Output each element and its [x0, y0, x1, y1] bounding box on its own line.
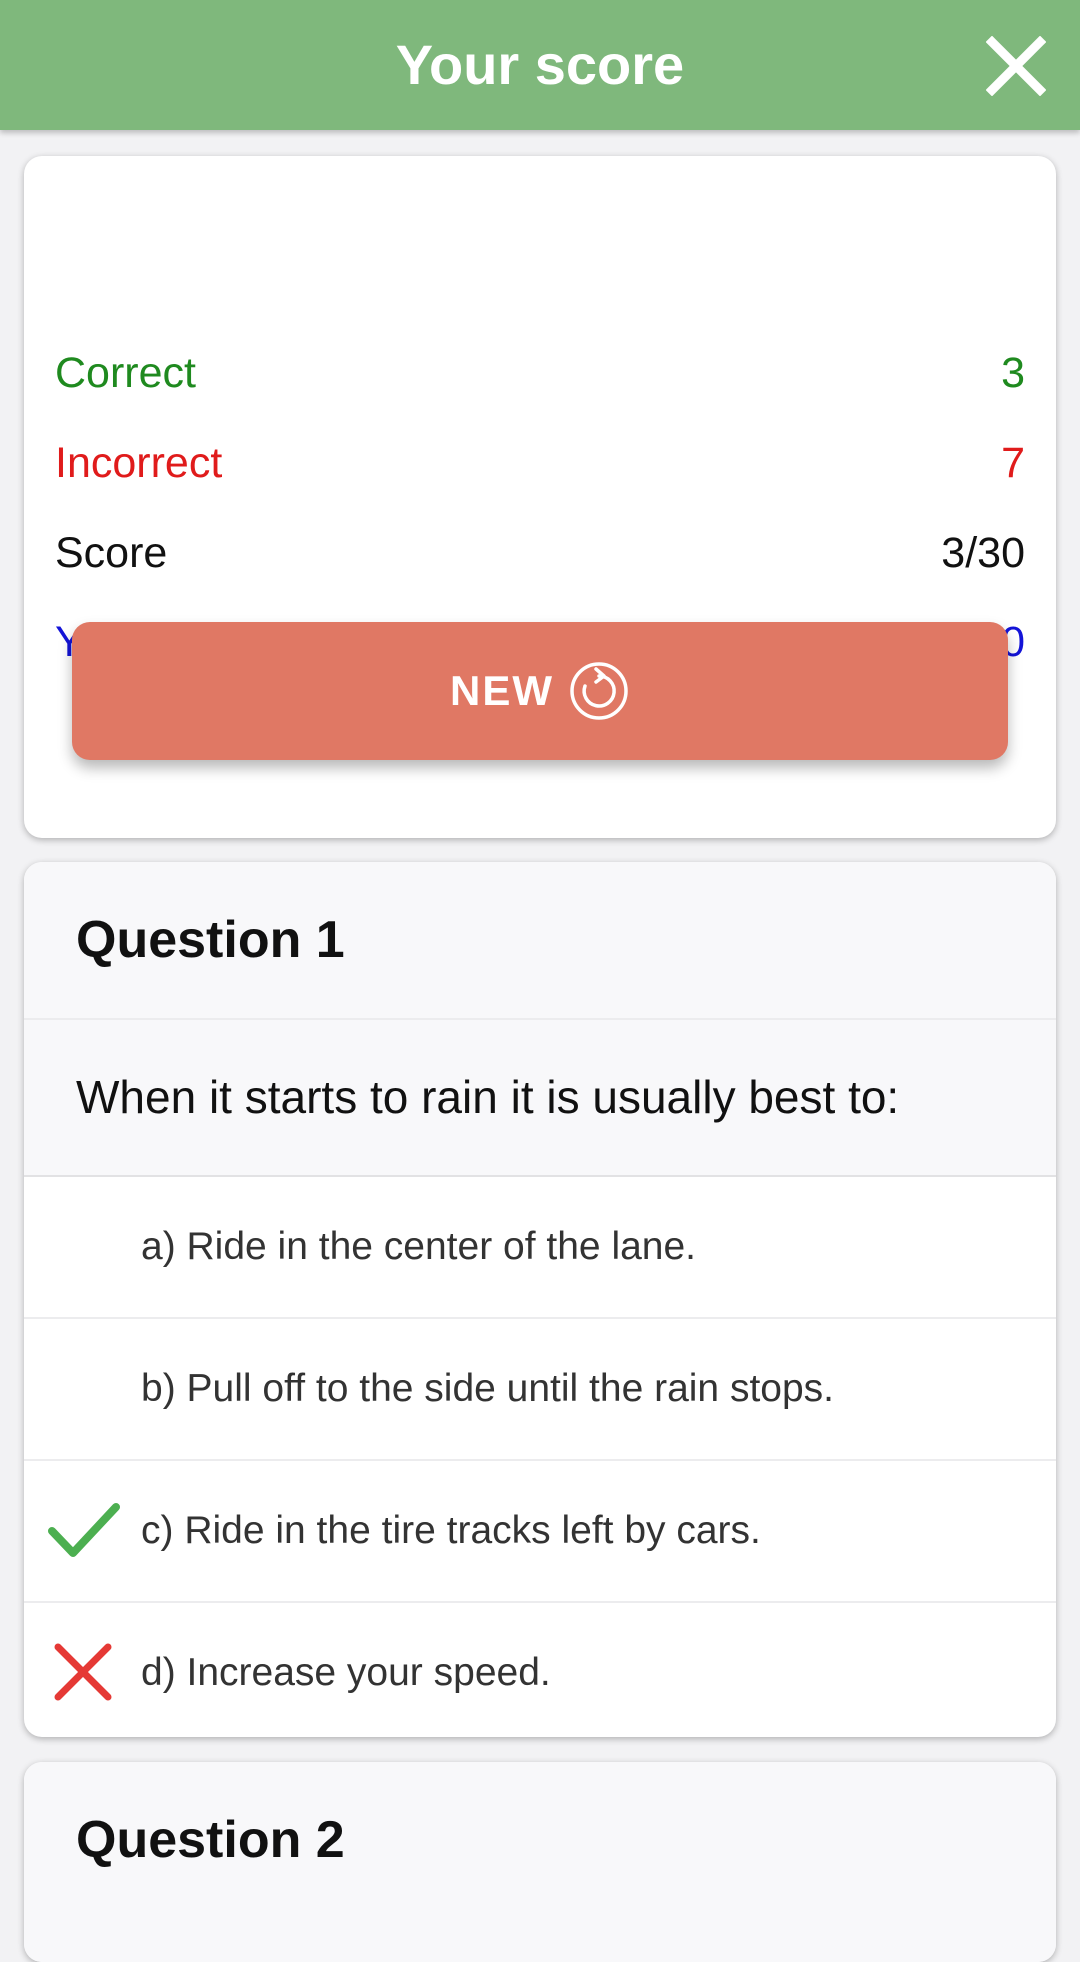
- new-button-content: NEW: [72, 622, 1008, 760]
- answer-text: a) Ride in the center of the lane.: [141, 1225, 697, 1268]
- close-button[interactable]: [985, 35, 1047, 97]
- app-header: Your score: [0, 0, 1080, 130]
- stat-row-correct: Correct 3: [55, 343, 1025, 403]
- question-header: Question 1: [24, 862, 1056, 1020]
- question-title: Question 1: [76, 911, 345, 969]
- refresh-icon: [570, 662, 628, 720]
- page-title: Your score: [395, 33, 685, 96]
- answer-option-d[interactable]: d) Increase your speed.: [24, 1603, 1056, 1737]
- stat-row-incorrect: Incorrect 7: [55, 433, 1025, 493]
- answer-option-c[interactable]: c) Ride in the tire tracks left by cars.: [24, 1461, 1056, 1603]
- question-title: Question 2: [76, 1811, 345, 1869]
- new-quiz-button[interactable]: NEW: [72, 622, 1008, 760]
- stat-label-correct: Correct: [55, 349, 196, 397]
- checkmark-icon: [48, 1503, 120, 1557]
- answer-text: c) Ride in the tire tracks left by cars.: [141, 1509, 761, 1552]
- question-text-area: When it starts to rain it is usually bes…: [24, 1020, 1056, 1177]
- stat-value-score: 3/30: [941, 529, 1025, 577]
- question-header: Question 2: [24, 1762, 1056, 1962]
- stat-label-incorrect: Incorrect: [55, 439, 223, 487]
- stat-row-score: Score 3/30: [55, 523, 1025, 583]
- close-icon: [985, 35, 1047, 97]
- question-text: When it starts to rain it is usually bes…: [76, 1071, 900, 1123]
- stat-value-correct: 3: [1001, 349, 1025, 397]
- cross-icon: [54, 1643, 112, 1701]
- stat-value-incorrect: 7: [1001, 439, 1025, 487]
- new-button-label: NEW: [450, 667, 554, 714]
- answer-option-b[interactable]: b) Pull off to the side until the rain s…: [24, 1319, 1056, 1461]
- answer-option-a[interactable]: a) Ride in the center of the lane.: [24, 1177, 1056, 1319]
- question-card-2: Question 2: [24, 1762, 1056, 1962]
- question-card-1: Question 1 When it starts to rain it is …: [24, 862, 1056, 1737]
- answer-text: d) Increase your speed.: [141, 1651, 551, 1694]
- stat-label-score: Score: [55, 529, 168, 577]
- answer-text: b) Pull off to the side until the rain s…: [141, 1367, 835, 1410]
